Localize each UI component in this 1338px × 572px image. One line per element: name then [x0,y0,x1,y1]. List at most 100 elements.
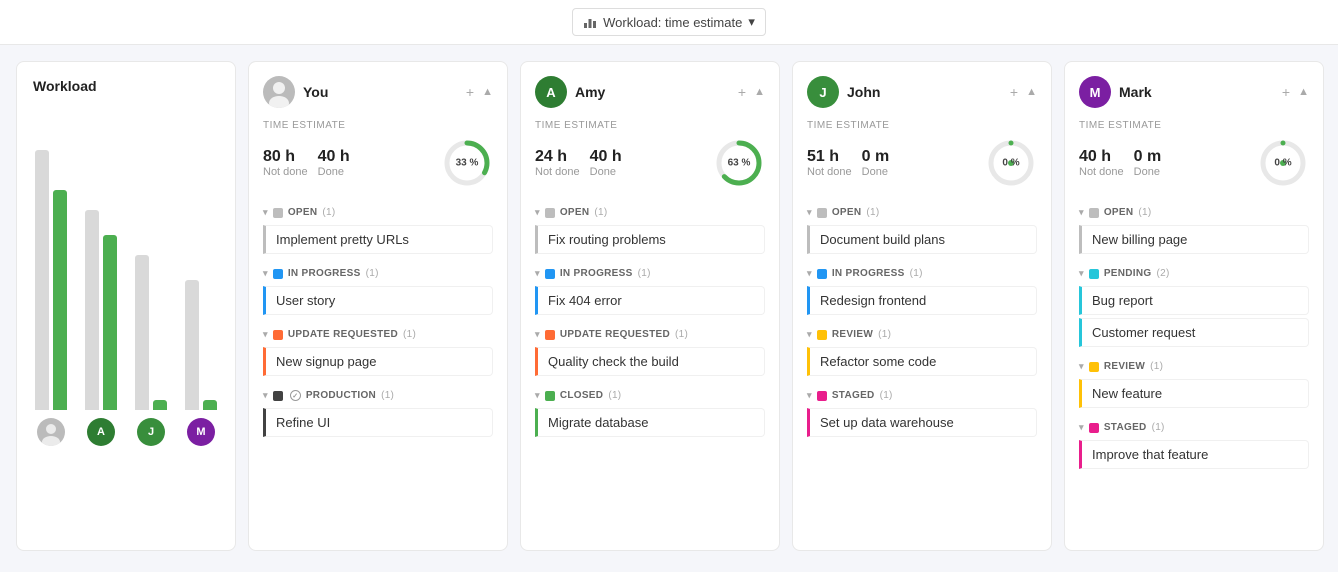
group-header-update-requested[interactable]: ▾ UPDATE REQUESTED (1) [263,325,493,344]
task-item[interactable]: Fix 404 error [535,286,765,315]
task-item[interactable]: New feature [1079,379,1309,408]
group-color-dot [273,269,283,279]
task-label: New feature [1092,386,1162,401]
task-item[interactable]: New billing page [1079,225,1309,254]
person-actions[interactable]: + ▲ [466,84,493,100]
task-item[interactable]: Bug report [1079,286,1309,315]
task-item[interactable]: Customer request [1079,318,1309,347]
time-label: TIME ESTIMATE [535,120,765,131]
avatar-mark: M [1079,76,1111,108]
person-column-john: J John + ▲ TIME ESTIMATE 51 h Not done 0… [792,61,1052,551]
chevron-icon: ▾ [263,329,268,340]
add-icon[interactable]: + [466,84,474,100]
person-column-mark: M Mark + ▲ TIME ESTIMATE 40 h Not done 0… [1064,61,1324,551]
add-icon[interactable]: + [1010,84,1018,100]
chevron-icon: ▾ [535,268,540,279]
collapse-icon[interactable]: ▲ [482,86,493,98]
task-group-closed: ▾ CLOSED (1) Migrate database [535,386,765,437]
group-color-dot [545,391,555,401]
group-header-review[interactable]: ▾ REVIEW (1) [1079,357,1309,376]
collapse-icon[interactable]: ▲ [1026,86,1037,98]
task-item[interactable]: Document build plans [807,225,1037,254]
add-icon[interactable]: + [1282,84,1290,100]
group-count: (1) [608,390,621,401]
task-group-staged: ▾ STAGED (1) Improve that feature [1079,418,1309,469]
chevron-icon: ▾ [263,207,268,218]
task-label: Bug report [1092,293,1153,308]
time-done: 40 h Done [590,148,622,178]
task-group-open: ▾ OPEN (1) Fix routing problems [535,203,765,254]
task-item[interactable]: Implement pretty URLs [263,225,493,254]
workload-btn[interactable]: Workload: time estimate ▾ [572,8,766,36]
time-row: 40 h Not done 0 m Done 0 % [1079,137,1309,189]
task-label: Redesign frontend [820,293,926,308]
not-done-label: Not done [263,166,308,178]
collapse-icon[interactable]: ▲ [754,86,765,98]
group-header-open[interactable]: ▾ OPEN (1) [263,203,493,222]
group-label: UPDATE REQUESTED [560,329,670,340]
group-header-in-progress[interactable]: ▾ IN PROGRESS (1) [263,264,493,283]
task-item[interactable]: Refactor some code [807,347,1037,376]
chevron-icon: ▾ [263,390,268,401]
task-item[interactable]: Set up data warehouse [807,408,1037,437]
group-header-in-progress[interactable]: ▾ IN PROGRESS (1) [807,264,1037,283]
task-group-open: ▾ OPEN (1) Document build plans [807,203,1037,254]
group-header-pending[interactable]: ▾ PENDING (2) [1079,264,1309,283]
task-item[interactable]: Redesign frontend [807,286,1037,315]
task-group-staged: ▾ STAGED (1) Set up data warehouse [807,386,1037,437]
task-label: Customer request [1092,325,1195,340]
task-item[interactable]: Quality check the build [535,347,765,376]
done-label: Done [862,166,890,178]
group-count: (1) [910,268,923,279]
person-column-you: You + ▲ TIME ESTIMATE 80 h Not done 40 h… [248,61,508,551]
done-hours: 40 h [590,148,622,166]
time-row: 80 h Not done 40 h Done 33 % [263,137,493,189]
group-header-staged[interactable]: ▾ STAGED (1) [807,386,1037,405]
time-section: TIME ESTIMATE 24 h Not done 40 h Done [535,120,765,189]
time-label: TIME ESTIMATE [263,120,493,131]
done-label: Done [318,166,350,178]
not-done-hours: 51 h [807,148,852,166]
done-hours: 0 m [862,148,890,166]
task-item[interactable]: Migrate database [535,408,765,437]
group-label: REVIEW [832,329,873,340]
person-header: J John + ▲ [807,76,1037,108]
task-group-open: ▾ OPEN (1) New billing page [1079,203,1309,254]
group-label: STAGED [1104,422,1147,433]
group-count: (1) [594,207,607,218]
task-item[interactable]: Improve that feature [1079,440,1309,469]
task-item[interactable]: User story [263,286,493,315]
done-hours: 0 m [1134,148,1162,166]
group-count: (1) [322,207,335,218]
donut-chart: 0 % [985,137,1037,189]
group-header-production[interactable]: ▾ ✓ PRODUCTION (1) [263,386,493,405]
group-header-update-requested[interactable]: ▾ UPDATE REQUESTED (1) [535,325,765,344]
group-header-open[interactable]: ▾ OPEN (1) [535,203,765,222]
task-item[interactable]: Fix routing problems [535,225,765,254]
task-item[interactable]: New signup page [263,347,493,376]
group-color-dot [545,330,555,340]
group-header-open[interactable]: ▾ OPEN (1) [807,203,1037,222]
person-name: Mark [1119,84,1152,100]
task-item[interactable]: Refine UI [263,408,493,437]
collapse-icon[interactable]: ▲ [1298,86,1309,98]
time-section: TIME ESTIMATE 80 h Not done 40 h Done [263,120,493,189]
group-label: PRODUCTION [306,390,376,401]
person-actions[interactable]: + ▲ [1282,84,1309,100]
group-count: (1) [880,390,893,401]
group-header-open[interactable]: ▾ OPEN (1) [1079,203,1309,222]
group-header-staged[interactable]: ▾ STAGED (1) [1079,418,1309,437]
time-row: 24 h Not done 40 h Done 63 % [535,137,765,189]
chevron-icon: ▾ [807,390,812,401]
group-count: (1) [866,207,879,218]
group-header-closed[interactable]: ▾ CLOSED (1) [535,386,765,405]
time-done: 40 h Done [318,148,350,178]
group-header-review[interactable]: ▾ REVIEW (1) [807,325,1037,344]
person-actions[interactable]: + ▲ [1010,84,1037,100]
donut-chart: 63 % [713,137,765,189]
group-header-in-progress[interactable]: ▾ IN PROGRESS (1) [535,264,765,283]
add-icon[interactable]: + [738,84,746,100]
group-color-dot [1089,208,1099,218]
group-label: PENDING [1104,268,1152,279]
person-actions[interactable]: + ▲ [738,84,765,100]
